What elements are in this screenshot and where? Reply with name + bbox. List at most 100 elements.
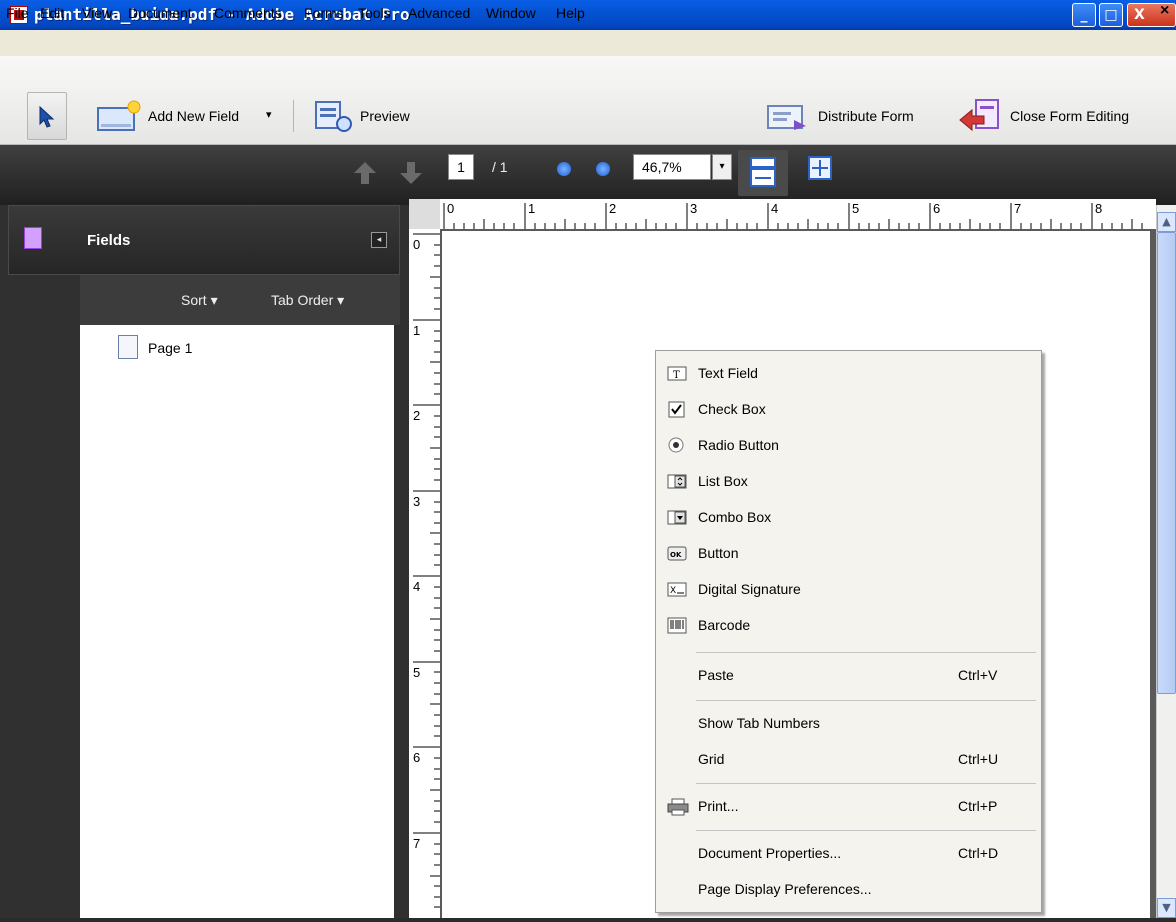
menu-help[interactable]: Help — [556, 5, 585, 21]
scroll-up-icon[interactable]: ▲ — [1157, 212, 1176, 232]
menu-item-check-box[interactable]: Check Box — [656, 392, 1041, 428]
menu-item-document-properties[interactable]: Document Properties... Ctrl+D — [656, 836, 1041, 872]
arrow-cursor-icon — [39, 106, 55, 128]
menu-item-show-tab-numbers[interactable]: Show Tab Numbers — [656, 706, 1041, 742]
collapse-panel-button[interactable]: ◂ — [371, 232, 387, 248]
fields-list-item[interactable]: Page 1 — [148, 340, 192, 356]
distribute-form-icon — [767, 105, 806, 130]
menu-item-button[interactable]: OK Button — [656, 536, 1041, 572]
ruler-label: 1 — [528, 201, 535, 216]
menu-item-label: Page Display Preferences... — [698, 881, 872, 897]
menu-item-combo-box[interactable]: Combo Box — [656, 500, 1041, 536]
close-form-editing-button[interactable] — [958, 98, 1004, 136]
svg-text:OK: OK — [670, 551, 682, 559]
menu-item-shortcut: Ctrl+V — [958, 667, 998, 683]
zoom-level-input[interactable]: 46,7% — [633, 154, 711, 180]
scroll-down-icon[interactable]: ▼ — [1157, 898, 1176, 918]
menu-window[interactable]: Window — [486, 5, 536, 21]
menu-item-paste[interactable]: Paste Ctrl+V — [656, 658, 1041, 694]
scrollbar-thumb[interactable] — [1157, 232, 1176, 694]
ruler-label: 4 — [413, 579, 420, 594]
fields-panel-title: Fields — [87, 232, 131, 249]
menu-item-list-box[interactable]: List Box — [656, 464, 1041, 500]
menu-item-label: Check Box — [698, 401, 766, 417]
page-icon — [118, 335, 138, 359]
ruler-label: 6 — [933, 201, 940, 216]
menu-separator — [696, 652, 1036, 653]
sort-menu[interactable]: Sort ▾ — [181, 292, 218, 309]
menu-item-label: Digital Signature — [698, 581, 801, 597]
fit-width-icon — [750, 157, 776, 187]
ruler-label: 7 — [413, 836, 420, 851]
menu-file[interactable]: File — [6, 5, 29, 21]
ruler-label: 3 — [690, 201, 697, 216]
menu-item-label: Print... — [698, 798, 739, 814]
preview-label[interactable]: Preview — [360, 108, 410, 124]
close-form-editing-icon — [959, 99, 999, 132]
menu-item-label: Radio Button — [698, 437, 779, 453]
ruler-label: 8 — [1095, 201, 1102, 216]
fields-sort-bar — [80, 275, 400, 325]
full-screen-icon[interactable] — [806, 154, 834, 186]
menu-item-label: Button — [698, 545, 739, 561]
add-new-field-label[interactable]: Add New Field — [148, 108, 239, 124]
svg-text:T: T — [673, 370, 680, 381]
ruler-label: 3 — [413, 494, 420, 509]
ruler-corner — [409, 199, 440, 229]
menu-item-text-field[interactable]: T Text Field — [656, 356, 1041, 392]
select-object-tool-button[interactable] — [27, 92, 67, 140]
menu-forms[interactable]: Forms — [304, 5, 344, 21]
menu-separator — [696, 700, 1036, 701]
minimize-button[interactable]: _ — [1072, 3, 1096, 27]
menu-item-shortcut: Ctrl+P — [958, 798, 998, 814]
menu-item-print[interactable]: Print... Ctrl+P — [656, 789, 1041, 825]
next-page-icon[interactable] — [398, 160, 424, 190]
barcode-icon — [667, 617, 687, 634]
zoom-dropdown-icon[interactable]: ▾ — [712, 154, 732, 180]
page-total-label: / 1 — [492, 159, 508, 175]
menu-item-label: Barcode — [698, 617, 751, 633]
menu-item-label: List Box — [698, 473, 748, 489]
horizontal-ruler-ticks: 0 1 2 3 4 5 6 7 8 — [443, 201, 1143, 229]
maximize-button[interactable]: □ — [1099, 3, 1123, 27]
add-new-field-dropdown-icon[interactable]: ▾ — [266, 108, 272, 121]
menu-separator — [696, 830, 1036, 831]
menu-advanced[interactable]: Advanced — [408, 5, 470, 21]
zoom-in-icon[interactable] — [596, 162, 610, 176]
close-form-editing-label[interactable]: Close Form Editing — [1010, 108, 1129, 124]
printer-icon — [667, 798, 689, 816]
close-document-icon[interactable]: × — [1160, 2, 1169, 20]
radio-button-icon — [667, 437, 687, 454]
zoom-out-icon[interactable] — [557, 162, 571, 176]
menu-tools[interactable]: Tools — [358, 5, 391, 21]
menu-item-page-display-preferences[interactable]: Page Display Preferences... — [656, 872, 1041, 908]
menu-item-grid[interactable]: Grid Ctrl+U — [656, 742, 1041, 778]
previous-page-icon[interactable] — [352, 160, 378, 190]
vertical-ruler-ticks: 0 1 2 3 4 5 6 7 — [413, 233, 440, 908]
ruler-label: 1 — [413, 323, 420, 338]
menu-separator — [696, 783, 1036, 784]
list-box-icon — [667, 473, 687, 490]
menu-document[interactable]: Document — [128, 5, 192, 21]
tab-order-menu[interactable]: Tab Order ▾ — [271, 292, 344, 309]
page-navigation-bar — [0, 145, 1176, 205]
menu-comments[interactable]: Comments — [214, 5, 282, 21]
menu-view[interactable]: View — [82, 5, 112, 21]
add-new-field-button[interactable] — [96, 100, 142, 134]
menu-edit[interactable]: Edit — [40, 5, 64, 21]
distribute-form-label[interactable]: Distribute Form — [818, 108, 914, 124]
menu-item-digital-signature[interactable]: X Digital Signature — [656, 572, 1041, 608]
page-number-input[interactable]: 1 — [448, 154, 474, 180]
menu-item-label: Show Tab Numbers — [698, 715, 820, 731]
fields-panel-icon[interactable] — [24, 227, 42, 249]
horizontal-ruler: 0 1 2 3 4 5 6 7 8 — [440, 199, 1156, 230]
preview-button[interactable] — [314, 100, 356, 134]
menu-bar — [0, 30, 1176, 57]
distribute-form-button[interactable] — [766, 100, 812, 134]
menu-item-radio-button[interactable]: Radio Button — [656, 428, 1041, 464]
ruler-label: 2 — [609, 201, 616, 216]
fit-width-button[interactable] — [738, 150, 788, 196]
fields-list — [80, 325, 394, 918]
ruler-label: 0 — [413, 237, 420, 252]
menu-item-barcode[interactable]: Barcode — [656, 608, 1041, 644]
